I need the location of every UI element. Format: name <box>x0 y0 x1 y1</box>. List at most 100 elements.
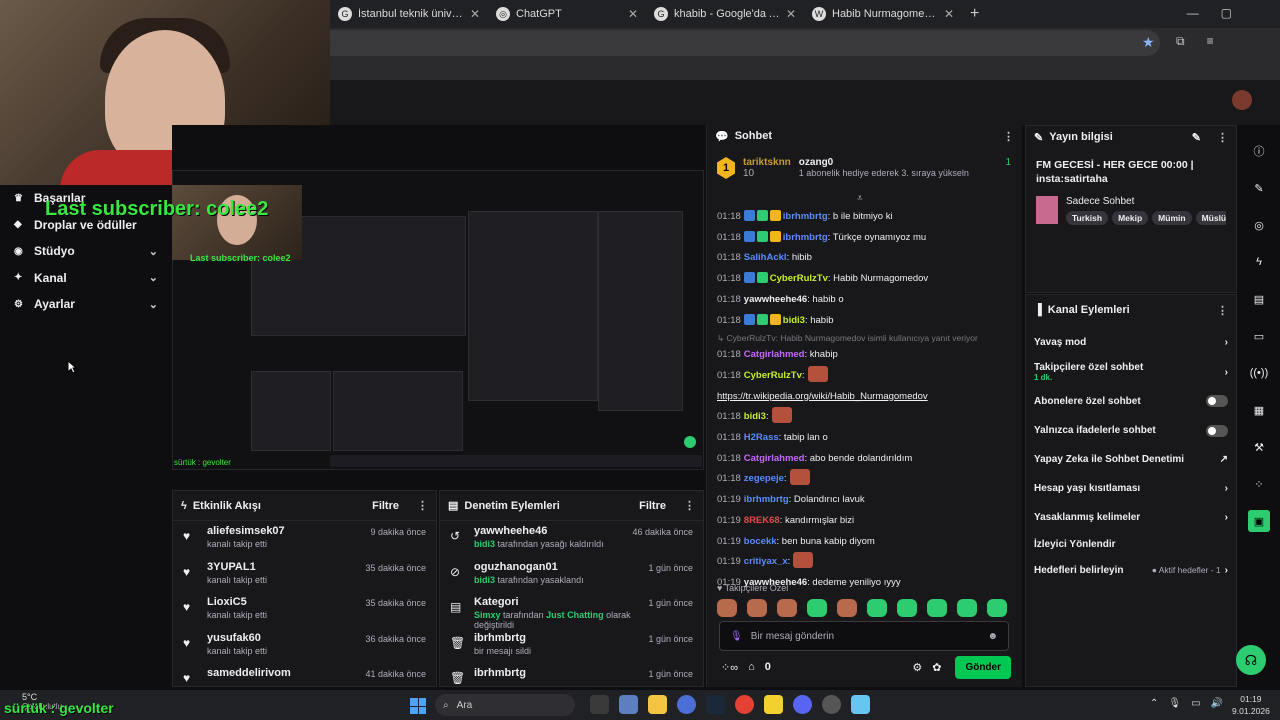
reading-list-icon[interactable]: ≡ <box>1207 34 1214 49</box>
chat-username[interactable]: critiyax_x <box>744 556 788 567</box>
emote[interactable] <box>807 599 827 617</box>
chat-message[interactable]: 01:18 H2Rass: tabip lan o <box>717 428 1017 449</box>
subscribers-chat-toggle[interactable] <box>1206 395 1228 407</box>
taskbar-clock[interactable]: 01:19 9.01.2026 <box>1232 693 1270 717</box>
chat-message[interactable]: 01:18 ibrhmbrtg: b ile bitmiyo ki <box>717 207 1017 228</box>
emote[interactable] <box>897 599 917 617</box>
task-view-icon[interactable] <box>590 695 609 714</box>
list-item[interactable]: ▤ Kategori Simxy tarafından Just Chatting … <box>440 592 703 630</box>
lightning-icon[interactable]: ϟ <box>1248 251 1270 273</box>
avatar[interactable] <box>1232 90 1252 110</box>
tag[interactable]: Mümin <box>1152 211 1192 225</box>
windows-start-icon[interactable] <box>410 698 426 714</box>
points-icon[interactable]: ⁘ <box>1248 473 1270 495</box>
list-item[interactable]: ♥ LioxiC5 kanalı takip etti 35 dakika önce <box>173 592 436 628</box>
send-button[interactable]: Gönder <box>955 655 1011 679</box>
points-icon[interactable]: ⁘∞ <box>721 661 738 674</box>
chat-message[interactable]: 01:18 SalihAckl: hibib <box>717 248 1017 269</box>
layout-icon[interactable]: ▦ <box>1248 399 1270 421</box>
browser-tab[interactable]: W Habib Nurmagomedov - Vikipe ✕ <box>804 0 962 28</box>
banned-words-row[interactable]: Yasaklanmış kelimeler › <box>1026 503 1236 532</box>
chat-username[interactable]: bidi3 <box>744 411 766 422</box>
chat-message[interactable]: 01:18 bidi3: <box>717 407 1017 428</box>
list-item[interactable]: ⊘ oguzhanogan01 bidi3 tarafından yasakland… <box>440 557 703 593</box>
volume-icon[interactable]: 🔊 <box>1211 698 1223 709</box>
chat-message[interactable]: 01:18 yawwheehe46: habib o <box>717 290 1017 311</box>
list-item[interactable]: ♥ aliefesimsek07 kanalı takip etti 9 dakika… <box>173 521 436 557</box>
list-item[interactable]: ♥ 3YUPAL1 kanalı takip etti 35 dakika önce <box>173 557 436 593</box>
extensions-icon[interactable]: ⧉ <box>1176 34 1185 49</box>
chat-message[interactable]: 01:18 CyberRulzTv: <box>717 365 1017 387</box>
gift-icon[interactable]: ⌂ <box>748 661 755 673</box>
chat-username[interactable]: ibrhmbrtg <box>783 211 828 222</box>
chat-message[interactable]: 01:18 Catgirlahmed: khabip <box>717 345 1017 366</box>
file-explorer-icon[interactable] <box>648 695 667 714</box>
chat-message[interactable]: 01:18 CyberRulzTv: Habib Nurmagomedov <box>717 269 1017 290</box>
info-icon[interactable]: ⓘ <box>1248 140 1270 162</box>
message-text[interactable]: https://tr.wikipedia.org/wiki/Habib_Nurm… <box>717 391 928 402</box>
vpn-icon[interactable] <box>677 695 696 714</box>
followers-chat-row[interactable]: Takipçilere özel sohbet 1 dk. › <box>1026 358 1236 386</box>
target-icon[interactable]: ◎ <box>1248 214 1270 236</box>
extension-icon[interactable]: ▣ <box>1248 510 1270 532</box>
puzzle-icon[interactable]: ✿ <box>932 661 941 674</box>
gift-leaderboard[interactable]: 1 tariktsknn 10 ozang0 1 1 abonelik hediy… <box>717 157 1011 189</box>
chat-username[interactable]: bidi3 <box>783 315 805 326</box>
browser-tab[interactable]: ◎ ChatGPT ✕ <box>488 0 646 28</box>
chat-username[interactable]: SalihAckl <box>744 252 787 263</box>
close-icon[interactable]: ✕ <box>628 7 638 21</box>
notes-icon[interactable]: ▤ <box>1248 288 1270 310</box>
pencil-icon[interactable]: ✎ <box>1248 177 1270 199</box>
chat-message[interactable]: 01:19 8REK68: kandırmışlar bizi <box>717 511 1017 532</box>
chat-username[interactable]: bocekk <box>744 536 777 547</box>
chat-input[interactable]: 🎙 Bir mesaj gönderin ☻ <box>719 621 1009 651</box>
chat-message[interactable]: 01:18 ibrhmbrtg: Türkçe oynamıyoz mu <box>717 228 1017 249</box>
goals-row[interactable]: Hedefleri belirleyin ● Aktif hedefler - 1… <box>1026 556 1236 584</box>
notes-icon[interactable] <box>764 695 783 714</box>
sidebar-item-studio[interactable]: ◉ Stüdyo ⌄ <box>0 238 172 265</box>
chat-username[interactable]: 8REK68 <box>744 515 780 526</box>
list-item[interactable]: ♥ yusufak60 kanalı takip etti 36 dakika önc… <box>173 628 436 664</box>
sidebar-item-channel[interactable]: ✦ Kanal ⌄ <box>0 265 172 292</box>
microphone-icon[interactable]: 🎙 <box>730 631 743 642</box>
calculator-icon[interactable] <box>619 695 638 714</box>
filter-button[interactable]: Filtre <box>639 500 666 512</box>
chat-message[interactable]: 01:18 Catgirlahmed: abo bende dolandırıld… <box>717 449 1017 470</box>
more-icon[interactable]: ⋮ <box>1217 304 1228 317</box>
more-icon[interactable]: ⋮ <box>1217 131 1228 144</box>
close-icon[interactable]: ✕ <box>786 7 796 21</box>
emote[interactable] <box>957 599 977 617</box>
discord-icon[interactable] <box>793 695 812 714</box>
chat-message[interactable]: 01:18 zegepeje: <box>717 469 1017 490</box>
emote[interactable] <box>927 599 947 617</box>
chat-username[interactable]: Catgirlahmed <box>744 349 805 360</box>
tag[interactable]: Turkish <box>1066 211 1109 225</box>
chat-username[interactable]: Catgirlahmed <box>744 453 805 464</box>
chat-username[interactable]: CyberRulzTv <box>744 370 802 381</box>
minimize-icon[interactable]: — <box>1187 6 1199 20</box>
chat-message[interactable]: https://tr.wikipedia.org/wiki/Habib_Nurm… <box>717 387 1017 408</box>
list-item[interactable]: 🗑 ibrhmbrtg bir mesajı sildi 1 gün önce <box>440 628 703 664</box>
emote-chat-toggle[interactable] <box>1206 424 1228 437</box>
emote[interactable] <box>987 599 1007 617</box>
chat-message[interactable]: 01:18 bidi3: habib <box>717 311 1017 332</box>
more-icon[interactable]: ⋮ <box>684 499 695 512</box>
slow-mode-row[interactable]: Yavaş mod › <box>1026 327 1236 358</box>
stream-preview[interactable] <box>172 125 704 490</box>
chat-message[interactable]: 01:19 ibrhmbrtg: Dolandırıcı lavuk <box>717 490 1017 511</box>
wrench-icon[interactable]: ⚒ <box>1248 436 1270 458</box>
obs-icon[interactable] <box>822 695 841 714</box>
microphone-icon[interactable]: 🎙 <box>1168 698 1181 709</box>
emote[interactable] <box>837 599 857 617</box>
emote[interactable] <box>717 599 737 617</box>
chat-message[interactable]: 01:19 bocekk: ben buna kabip diyom <box>717 532 1017 553</box>
headset-icon[interactable]: ☊ <box>1236 645 1266 675</box>
ai-moderation-row[interactable]: Yapay Zeka ile Sohbet Denetimi ↗ <box>1026 445 1236 474</box>
bookmark-star-icon[interactable]: ★ <box>1142 34 1155 51</box>
edit-icon[interactable]: ✎ <box>1192 131 1201 144</box>
browser-tab[interactable]: Gkhabib - Google'da Ara ✕ <box>646 0 804 28</box>
browser-tab[interactable]: G İstanbul teknik üniversitesi deki ✕ <box>330 0 488 28</box>
subscribers-chat-row[interactable]: Abonelere özel sohbet <box>1026 386 1236 416</box>
maximize-icon[interactable]: ▢ <box>1221 6 1232 20</box>
emote[interactable] <box>777 599 797 617</box>
